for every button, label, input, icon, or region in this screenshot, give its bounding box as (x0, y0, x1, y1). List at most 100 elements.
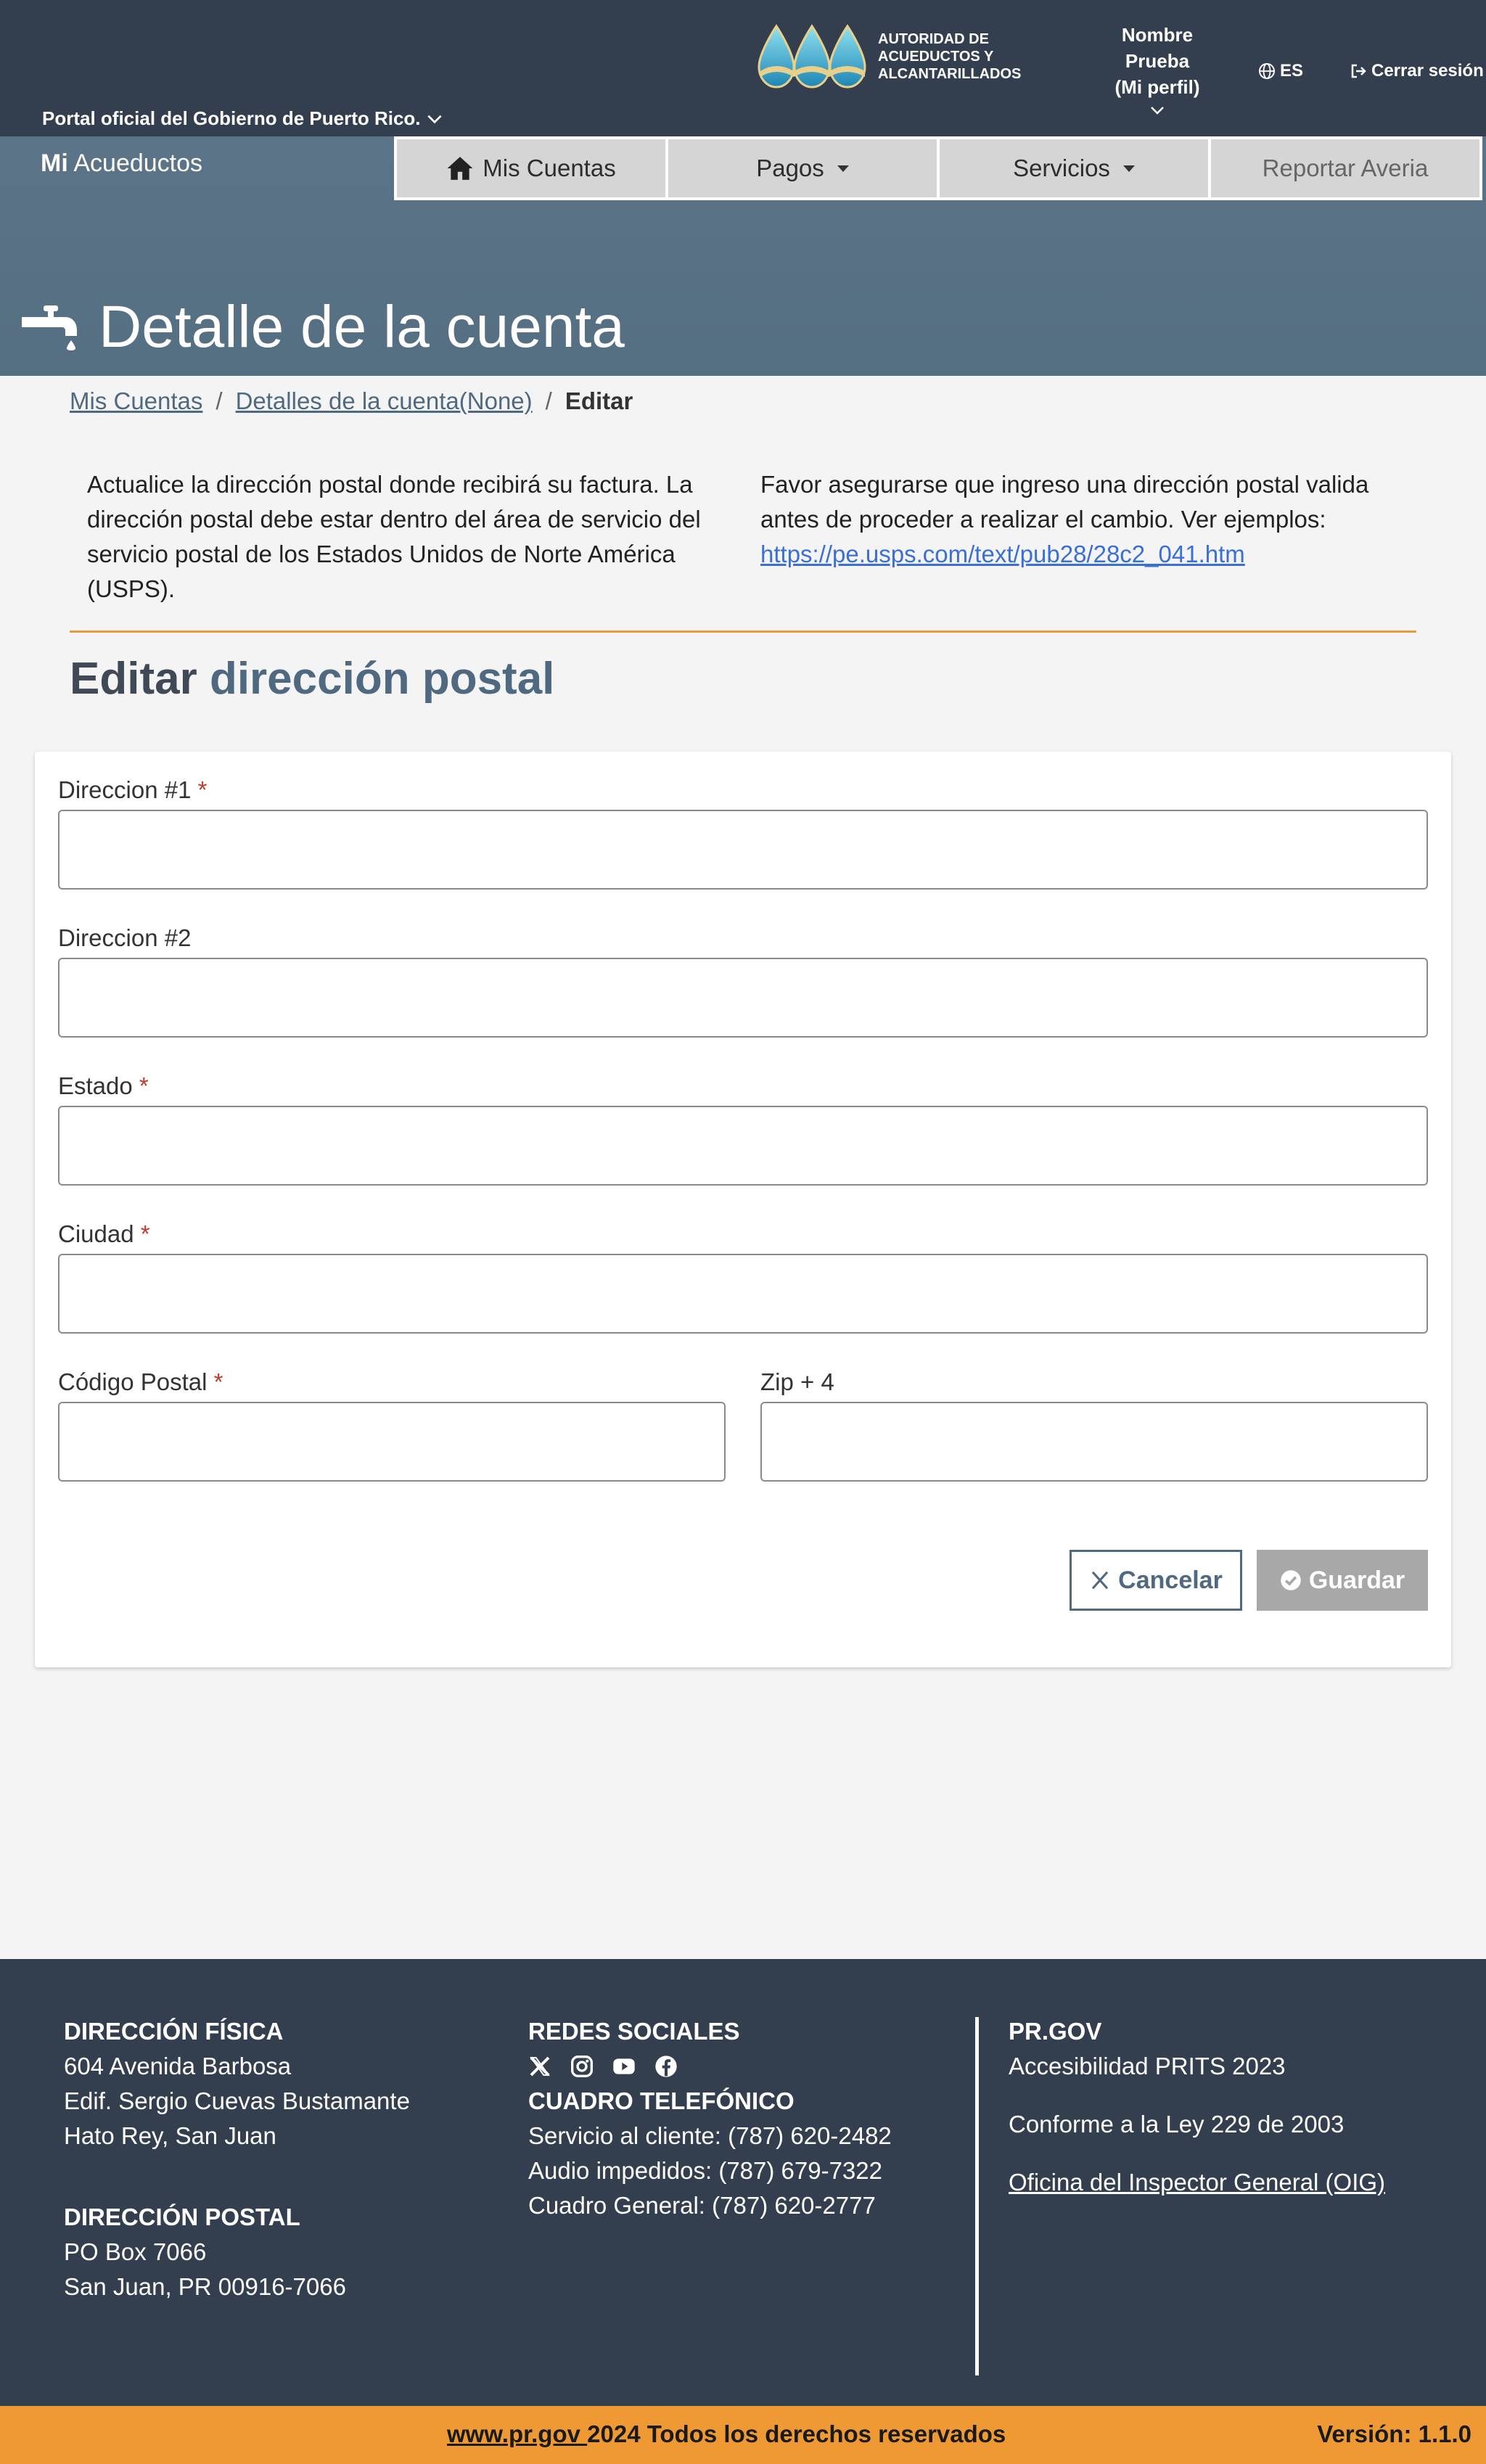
info-warning: Favor asegurarse que ingreso una direcci… (760, 467, 1413, 572)
main-nav: Mis Cuentas Pagos Servicios Reportar Ave… (394, 136, 1482, 200)
estado-label-text: Estado (58, 1072, 133, 1099)
profile-name-first: Nombre (1121, 24, 1194, 46)
save-button-label: Guardar (1308, 1566, 1405, 1594)
footer-contacto: REDES SOCIALES CUADRO TELEFÓNICO Servici… (528, 2014, 949, 2223)
footer-divider (975, 2017, 979, 2375)
section-title: Editar dirección postal (70, 653, 554, 705)
footer-line: Hato Rey, San Juan (64, 2122, 276, 2149)
top-bar: Portal oficial del Gobierno de Puerto Ri… (0, 0, 1486, 136)
version-label: Versión: 1.1.0 (1317, 2420, 1471, 2447)
zip4-label: Zip + 4 (760, 1368, 834, 1396)
social-links (528, 2049, 949, 2084)
direccion1-input[interactable] (58, 810, 1428, 890)
globe-icon (1259, 63, 1275, 79)
oig-link[interactable]: Oficina del Inspector General (OIG) (1009, 2169, 1385, 2196)
logo-text: AUTORIDAD DE ACUEDUCTOS Y ALCANTARILLADO… (878, 31, 1022, 82)
save-button[interactable]: Guardar (1257, 1550, 1428, 1611)
breadcrumb-detalles[interactable]: Detalles de la cuenta(None) (236, 387, 533, 415)
chevron-down-icon (1151, 107, 1164, 115)
zip4-label-text: Zip + 4 (760, 1368, 834, 1395)
footer-direccion-fisica: DIRECCIÓN FÍSICA 604 Avenida Barbosa Edi… (64, 2014, 499, 2304)
site-brand[interactable]: Mi Acueductos (41, 149, 202, 178)
home-icon (447, 157, 473, 180)
codigo-postal-input[interactable] (58, 1402, 726, 1482)
nav-servicios[interactable]: Servicios (940, 139, 1208, 197)
instagram-icon[interactable] (570, 2055, 594, 2078)
nav-mis-cuentas-label: Mis Cuentas (483, 155, 616, 181)
estado-input[interactable] (58, 1106, 1428, 1186)
zip4-input[interactable] (760, 1402, 1428, 1482)
footer-line: San Juan, PR 00916-7066 (64, 2273, 346, 2300)
required-marker: * (139, 1072, 149, 1099)
faucet-icon (22, 305, 77, 350)
gov-portal-label: Portal oficial del Gobierno de Puerto Ri… (42, 107, 421, 129)
caret-down-icon (837, 165, 849, 172)
breadcrumb-current: Editar (565, 387, 633, 414)
page-title: Detalle de la cuenta (22, 293, 625, 361)
language-switch[interactable]: ES (1258, 61, 1303, 81)
required-marker: * (197, 776, 208, 803)
nav-reportar-averia-label: Reportar Averia (1262, 155, 1429, 181)
nav-servicios-label: Servicios (1013, 155, 1110, 181)
footer-phone-line: Servicio al cliente: (787) 620-2482 (528, 2122, 892, 2149)
ciudad-input[interactable] (58, 1254, 1428, 1334)
breadcrumb: Mis Cuentas / Detalles de la cuenta(None… (70, 387, 633, 415)
codigo-postal-label-text: Código Postal (58, 1368, 208, 1395)
section-divider (70, 631, 1416, 633)
x-icon[interactable] (528, 2055, 551, 2078)
check-circle-icon (1281, 1570, 1301, 1590)
footer-heading: REDES SOCIALES (528, 2018, 740, 2045)
footer-heading: DIRECCIÓN FÍSICA (64, 2018, 284, 2045)
breadcrumb-separator: / (545, 387, 552, 414)
nav-pagos-label: Pagos (756, 155, 824, 181)
nav-mis-cuentas[interactable]: Mis Cuentas (397, 139, 665, 197)
youtube-icon[interactable] (612, 2055, 636, 2078)
chevron-down-icon (427, 115, 442, 123)
ciudad-label-text: Ciudad (58, 1220, 134, 1247)
logout-link[interactable]: Cerrar sesión (1350, 61, 1484, 81)
profile-link-label: (Mi perfil) (1114, 76, 1200, 98)
direccion2-label-text: Direccion #2 (58, 924, 192, 951)
direccion1-label: Direccion #1 * (58, 776, 207, 804)
footer-phone-line: Cuadro General: (787) 620-2777 (528, 2192, 876, 2219)
gov-portal-toggle[interactable]: Portal oficial del Gobierno de Puerto Ri… (42, 107, 444, 130)
footer-heading: DIRECCIÓN POSTAL (64, 2204, 300, 2230)
brand-prefix: Mi (41, 149, 68, 177)
section-title-highlight: dirección postal (209, 654, 555, 704)
prgov-link[interactable]: www.pr.gov (447, 2420, 587, 2447)
copyright-text: www.pr.gov 2024 Todos los derechos reser… (447, 2420, 1006, 2448)
breadcrumb-separator: / (215, 387, 223, 414)
footer-heading: PR.GOV (1009, 2018, 1102, 2045)
required-marker: * (213, 1368, 223, 1395)
codigo-postal-label: Código Postal * (58, 1368, 223, 1396)
cancel-button[interactable]: Cancelar (1070, 1550, 1242, 1611)
sign-out-icon (1351, 64, 1366, 78)
footer-line: Edif. Sergio Cuevas Bustamante (64, 2087, 410, 2114)
profile-name-last: Prueba (1125, 50, 1190, 72)
copyright-bar: www.pr.gov 2024 Todos los derechos reser… (0, 2406, 1486, 2464)
nav-reportar-averia[interactable]: Reportar Averia (1211, 139, 1479, 197)
language-label: ES (1280, 61, 1304, 81)
caret-down-icon (1122, 165, 1135, 172)
info-instructions: Actualice la dirección postal donde reci… (87, 471, 701, 602)
footer-line: 604 Avenida Barbosa (64, 2053, 292, 2079)
required-marker: * (140, 1220, 150, 1247)
ciudad-label: Ciudad * (58, 1220, 150, 1248)
nav-pagos[interactable]: Pagos (668, 139, 937, 197)
usps-examples-link[interactable]: https://pe.usps.com/text/pub28/28c2_041.… (760, 541, 1245, 567)
footer-prgov: PR.GOV Accesibilidad PRITS 2023 Conforme… (1009, 2014, 1458, 2200)
footer-heading: CUADRO TELEFÓNICO (528, 2087, 795, 2114)
copyright-label: 2024 Todos los derechos reservados (587, 2420, 1006, 2447)
facebook-icon[interactable] (654, 2055, 678, 2078)
footer-ley: Conforme a la Ley 229 de 2003 (1009, 2111, 1345, 2137)
logout-label: Cerrar sesión (1371, 61, 1484, 81)
aaa-logo[interactable]: AUTORIDAD DE ACUEDUCTOS Y ALCANTARILLADO… (755, 23, 1088, 90)
direccion1-label-text: Direccion #1 (58, 776, 192, 803)
section-title-prefix: Editar (70, 654, 197, 704)
breadcrumb-mis-cuentas[interactable]: Mis Cuentas (70, 387, 202, 415)
info-warning-text: Favor asegurarse que ingreso una direcci… (760, 471, 1369, 533)
profile-menu[interactable]: Nombre Prueba (Mi perfil) (1099, 22, 1215, 119)
page-title-text: Detalle de la cuenta (99, 294, 625, 360)
direccion2-input[interactable] (58, 958, 1428, 1038)
direccion2-label: Direccion #2 (58, 924, 191, 952)
